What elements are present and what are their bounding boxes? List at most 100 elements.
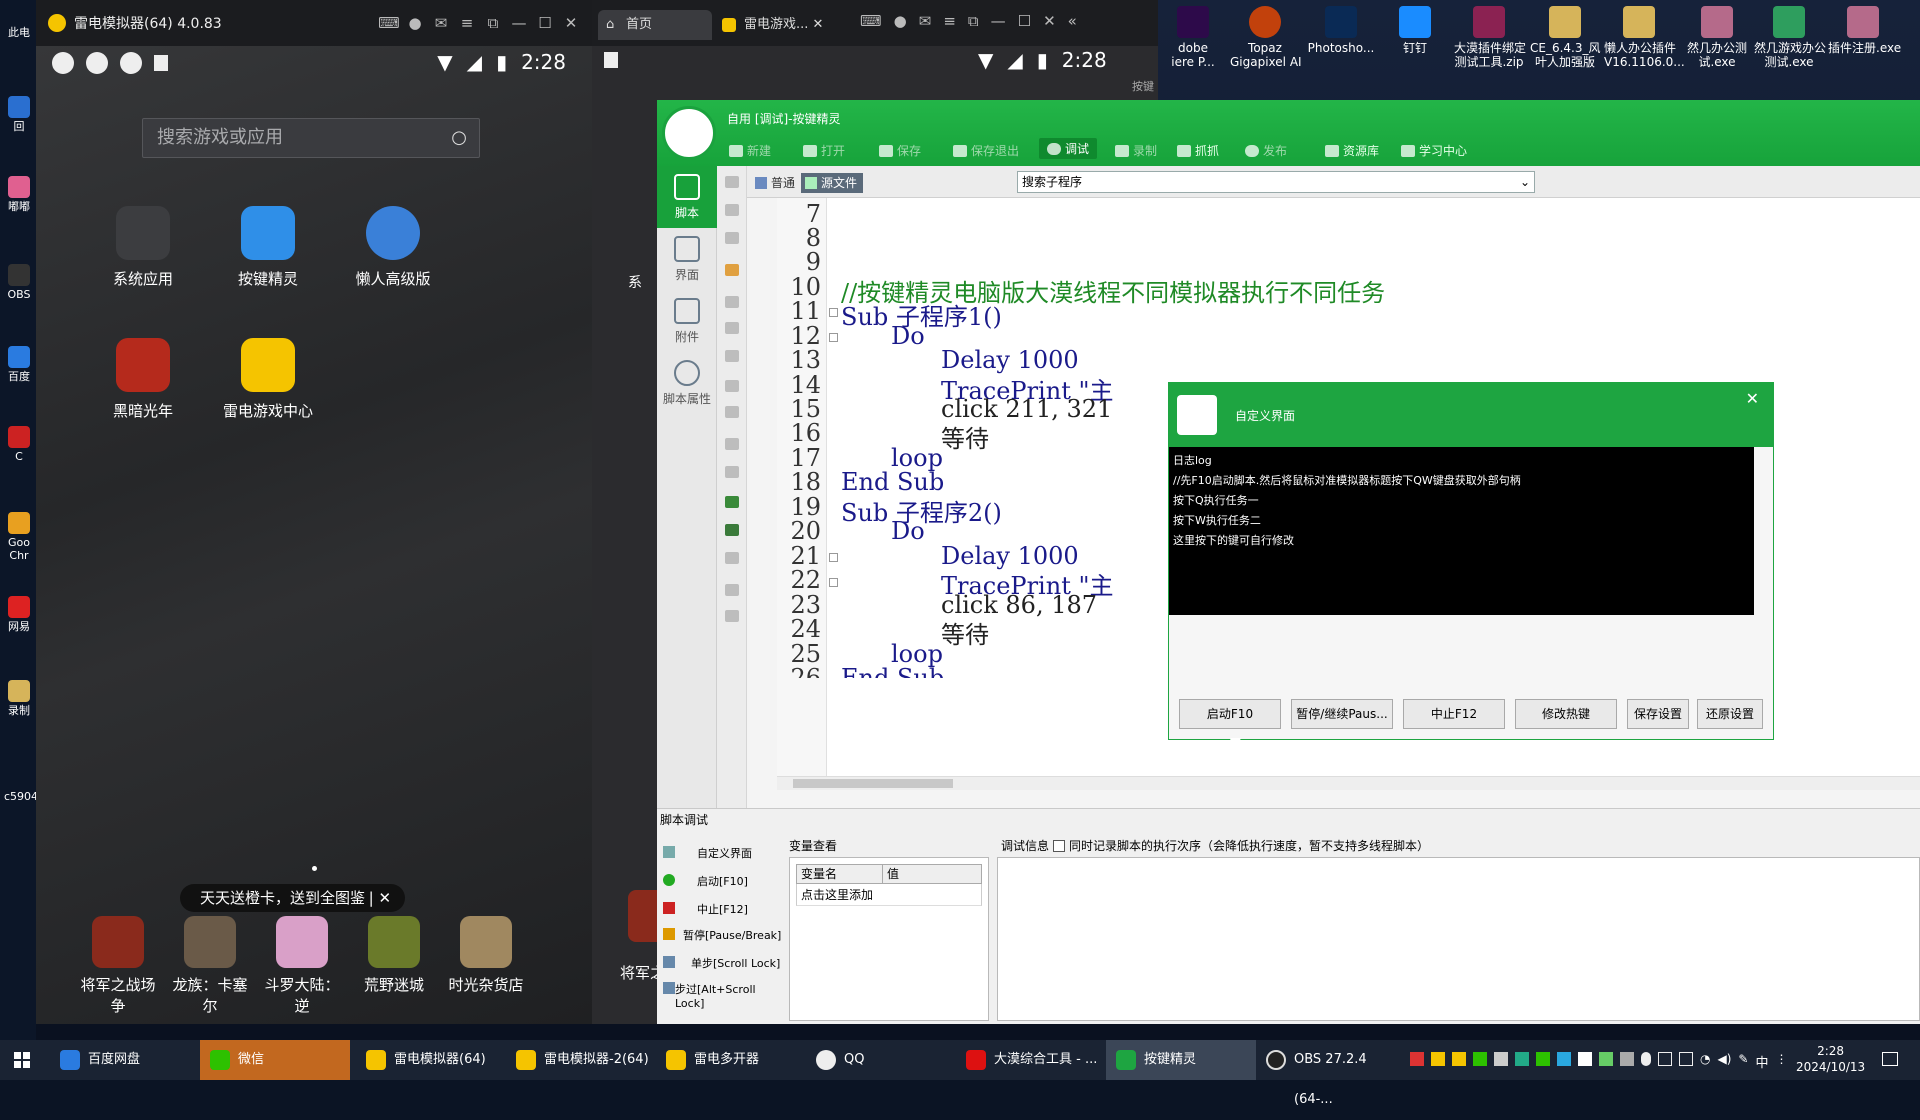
desktop-icon[interactable]: Topaz Gigapixel AI [1230, 6, 1302, 69]
tray-app-icon[interactable] [1515, 1052, 1529, 1066]
close-icon[interactable]: ✕ [813, 17, 824, 32]
horizontal-scrollbar[interactable] [777, 776, 1920, 790]
desktop-icon[interactable]: 此电 [4, 26, 34, 39]
uncomment-icon[interactable] [725, 406, 739, 418]
toolbar-open-button[interactable]: 打开 [803, 142, 845, 159]
search-input[interactable]: 搜索游戏或应用 ○ [142, 118, 480, 158]
gamepad-icon[interactable]: ⌨ [376, 14, 402, 32]
keyboard-icon[interactable] [1679, 1052, 1693, 1066]
desktop-icon[interactable]: c5904 [4, 790, 38, 803]
toolbar-record-button[interactable]: 录制 [1115, 142, 1157, 159]
replace-icon[interactable] [725, 552, 739, 564]
start-f10-button[interactable]: 启动F10 [1179, 699, 1281, 729]
app-game-center[interactable]: 雷电游戏中心 [213, 338, 323, 421]
tab-game[interactable]: 雷电游戏... ✕ [716, 10, 840, 40]
undo-icon[interactable] [725, 438, 739, 450]
tray-app-icon[interactable] [1410, 1052, 1424, 1066]
goto-icon[interactable] [725, 496, 739, 508]
format-icon[interactable] [725, 584, 739, 596]
pen-icon[interactable]: ✎ [1738, 1052, 1748, 1071]
step-over-button[interactable]: 步过[Alt+Scroll Lock] [657, 981, 787, 1010]
microphone-icon[interactable] [1641, 1052, 1651, 1066]
desktop-icon[interactable]: Goo Chr [4, 512, 34, 562]
custom-ui-button[interactable]: 自定义界面 [657, 845, 787, 861]
desktop-icon[interactable]: CE_6.4.3_风 叶人加强版 [1530, 6, 1601, 69]
hand-icon[interactable] [725, 264, 739, 276]
ime-indicator[interactable]: 中 [1755, 1052, 1768, 1071]
toolbar-new-button[interactable]: 新建 [729, 142, 771, 159]
sub-search-select[interactable]: 搜索子程序 ⌄ [1017, 171, 1535, 193]
desktop-icon[interactable]: Photosho... [1306, 6, 1376, 55]
collapse-icon[interactable]: « [1068, 12, 1077, 30]
pause-continue-button[interactable]: 暂停/继续Paus... [1291, 699, 1393, 729]
app-heian[interactable]: 黑暗光年 [88, 338, 198, 421]
desktop-icon[interactable]: OBS [4, 264, 34, 301]
dock-app[interactable]: 将军之战场争 [76, 916, 160, 1016]
record-order-checkbox[interactable] [1053, 839, 1066, 852]
desktop-icon[interactable]: 网易 [4, 596, 34, 633]
restore-icon[interactable]: ⧉ [968, 12, 979, 30]
tray-app-icon[interactable] [1452, 1052, 1466, 1066]
desktop-icon[interactable]: C [4, 426, 34, 463]
vtab-attachment[interactable]: 附件 [657, 290, 717, 352]
avatar-icon[interactable]: ● [894, 12, 907, 30]
dock-app[interactable]: 时光杂货店 [444, 916, 528, 995]
arrow-down-icon[interactable] [725, 176, 739, 188]
toast-banner[interactable]: 天天送橙卡，送到全图鉴 | ✕ [180, 884, 406, 912]
save-settings-button[interactable]: 保存设置 [1627, 699, 1689, 729]
scrollbar-thumb[interactable] [793, 779, 953, 788]
tray-app-icon[interactable] [1599, 1052, 1613, 1066]
menu-icon[interactable]: ≡ [943, 12, 956, 30]
start-button[interactable] [14, 1052, 30, 1068]
source-mode-button[interactable]: 源文件 [801, 173, 864, 193]
desktop-icon[interactable]: 录制 [4, 680, 34, 717]
delete-icon[interactable] [725, 232, 739, 244]
desktop-icon[interactable]: 嘟嘟 [4, 176, 34, 213]
maximize-icon[interactable]: ☐ [1018, 12, 1031, 30]
desktop-icon[interactable]: 然几游戏办公 测试.exe [1754, 6, 1826, 69]
taskbar-leidian-2[interactable]: 雷电模拟器-2(64) [506, 1040, 656, 1080]
pause-button[interactable]: 暂停[Pause/Break] [657, 927, 787, 943]
fold-toggle[interactable] [829, 308, 838, 317]
toolbar-save-button[interactable]: 保存 [879, 142, 921, 159]
arrow-up-icon[interactable] [725, 204, 739, 216]
desktop-icon[interactable]: 大漠插件绑定 测试工具.zip [1454, 6, 1526, 69]
tray-app-icon[interactable] [1536, 1052, 1550, 1066]
stop-f12-button[interactable]: 中止[F12] [657, 901, 787, 917]
mail-icon[interactable]: ✉ [428, 14, 454, 32]
desktop-icon[interactable]: 钉钉 [1380, 6, 1450, 55]
tray-app-icon[interactable] [1431, 1052, 1445, 1066]
taskbar-baidu[interactable]: 百度网盘 [50, 1040, 200, 1080]
taskbar-anjian[interactable]: 按键精灵 [1106, 1040, 1256, 1080]
vtab-properties[interactable]: 脚本属性 [657, 352, 717, 414]
cut-icon[interactable] [725, 296, 739, 308]
close-icon[interactable]: ✕ [1043, 12, 1056, 30]
dock-app[interactable]: 斗罗大陆：逆 [260, 916, 344, 1016]
stop-f12-button[interactable]: 中止F12 [1403, 699, 1505, 729]
add-variable-row[interactable]: 点击这里添加 [796, 884, 982, 906]
close-icon[interactable]: ✕ [1746, 389, 1759, 408]
edit-hotkey-button[interactable]: 修改热键 [1515, 699, 1617, 729]
tray-app-icon[interactable] [1620, 1052, 1634, 1066]
toolbar-save-exit-button[interactable]: 保存退出 [953, 142, 1019, 159]
taskbar-wechat[interactable]: 微信 [200, 1040, 350, 1080]
avatar-icon[interactable]: ● [402, 14, 428, 32]
desktop-icon[interactable]: dobe iere P... [1158, 6, 1228, 69]
step-button[interactable]: 单步[Scroll Lock] [657, 955, 787, 971]
close-icon[interactable]: | ✕ [369, 884, 391, 912]
clock[interactable]: 2:28 2024/10/13 [1796, 1043, 1865, 1075]
tray-app-icon[interactable] [1494, 1052, 1508, 1066]
tray-app-icon[interactable] [1557, 1052, 1571, 1066]
toolbar-learn-button[interactable]: 学习中心 [1401, 142, 1467, 159]
vtab-script[interactable]: 脚本 [657, 166, 717, 228]
menu-icon[interactable]: ≡ [454, 14, 480, 32]
desktop-icon[interactable]: 然几办公测 试.exe [1682, 6, 1752, 69]
taskbar-leidian-1[interactable]: 雷电模拟器(64) [356, 1040, 506, 1080]
find-icon[interactable] [725, 524, 739, 536]
fold-toggle[interactable] [829, 553, 838, 562]
taskbar-qq[interactable]: QQ [806, 1040, 956, 1080]
toolbar-library-button[interactable]: 资源库 [1325, 142, 1379, 159]
taskbar-obs[interactable]: OBS 27.2.4 (64-... [1256, 1040, 1406, 1107]
tray-app-icon[interactable] [1473, 1052, 1487, 1066]
notification-icon[interactable] [1882, 1052, 1898, 1066]
